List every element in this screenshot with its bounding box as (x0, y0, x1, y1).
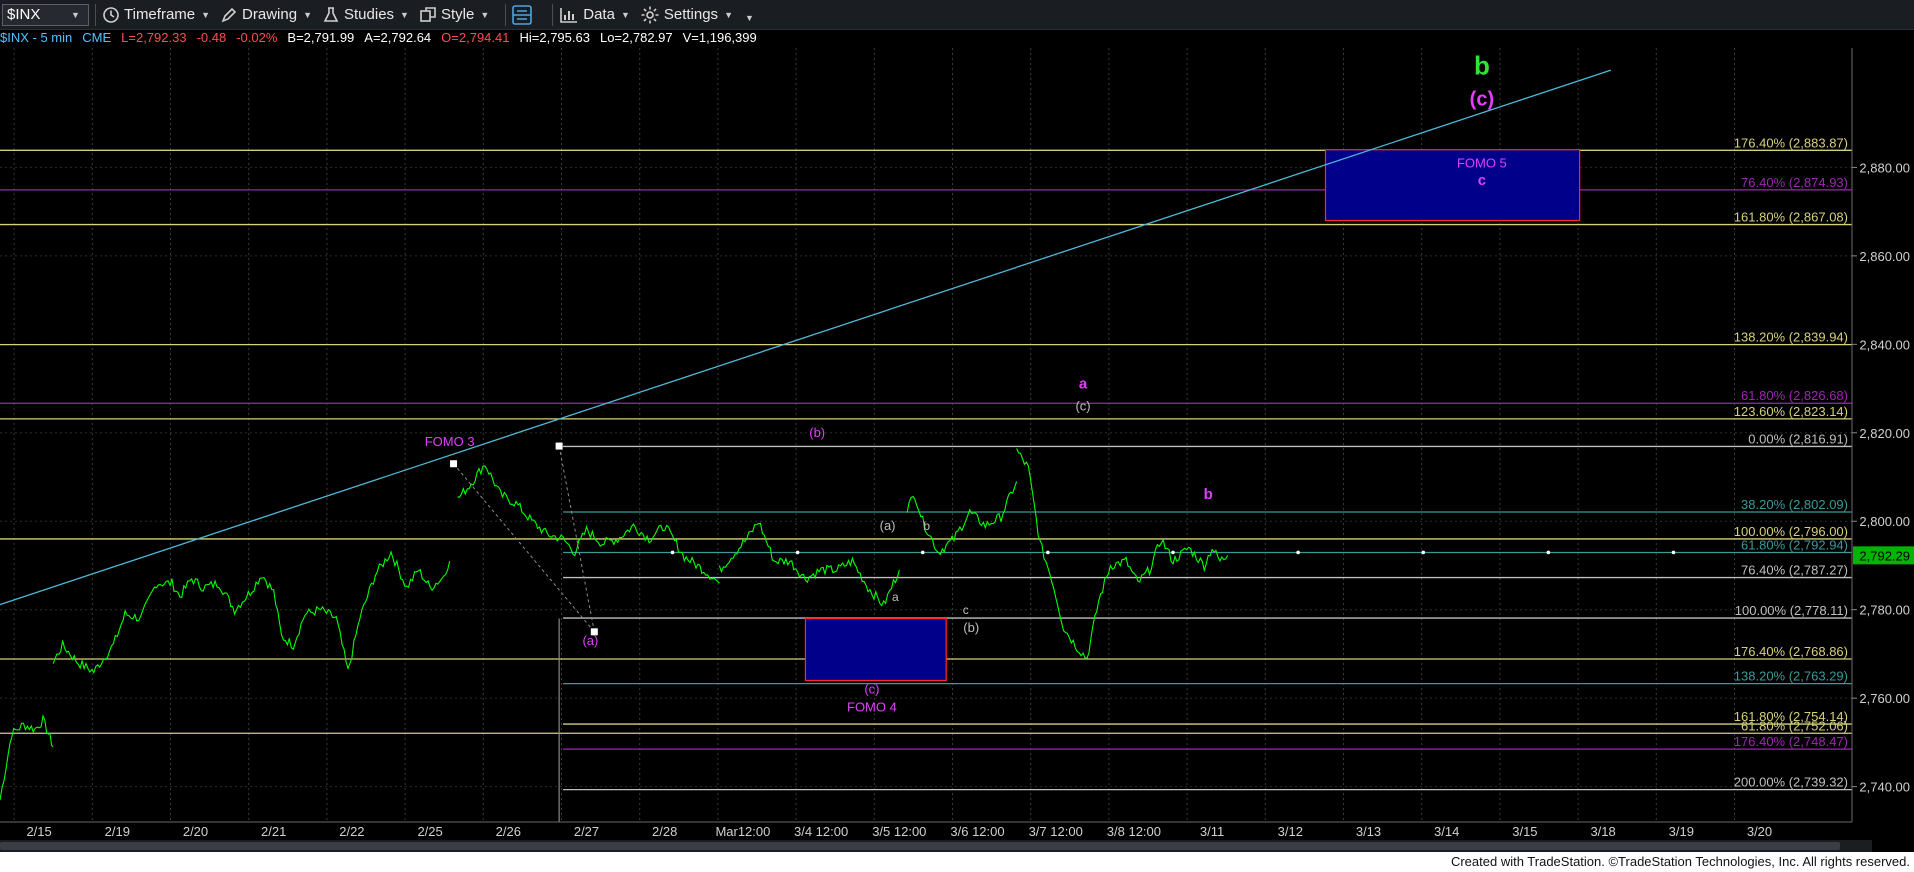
fib-level-label: 200.00% (2,739.32) (1734, 775, 1848, 790)
y-axis-tick-label: 2,780.00 (1859, 603, 1910, 618)
wave-label: (b) (963, 620, 979, 635)
x-axis-tick-label: 3/13 (1356, 824, 1381, 839)
wave-label: c (1478, 172, 1486, 189)
chart-scrollbar[interactable] (0, 840, 1872, 852)
fib-level-label: 100.00% (2,778.11) (1735, 603, 1848, 618)
y-axis-tick-label: 2,760.00 (1859, 691, 1910, 706)
x-axis-tick-label: 2/22 (339, 824, 364, 839)
fib-level-label: 138.20% (2,839.94) (1734, 330, 1848, 345)
wave-label: c (963, 603, 969, 617)
x-axis-tick-label: 3/4 12:00 (794, 824, 848, 839)
fib-level-label: 161.80% (2,867.08) (1734, 210, 1848, 225)
y-axis-tick-label: 2,820.00 (1859, 426, 1910, 441)
wave-label: (a) (582, 633, 598, 648)
fib-level-label: 61.80% (2,752.06) (1741, 718, 1848, 733)
fib-level-label: 176.40% (2,768.86) (1734, 644, 1848, 659)
wave-label: FOMO 4 (847, 699, 897, 714)
price-series (906, 481, 1018, 556)
x-axis-tick-label: 3/8 12:00 (1107, 824, 1161, 839)
price-series (0, 714, 54, 801)
y-axis-tick-label: 2,740.00 (1859, 780, 1910, 795)
target-box (1324, 149, 1581, 222)
footer-text: Created with TradeStation. ©TradeStation… (1450, 854, 1910, 869)
wave-label: (c) (864, 682, 879, 697)
fib-level-label: 0.00% (2,816.91) (1748, 431, 1848, 446)
target-box (804, 617, 947, 682)
last-price-label: 2,792.29 (1859, 548, 1910, 563)
x-axis-tick-label: 2/15 (26, 824, 51, 839)
fib-level-label: 138.20% (2,763.29) (1734, 669, 1848, 684)
dotted-marker (670, 550, 675, 555)
y-axis-tick-label: 2,840.00 (1859, 337, 1910, 352)
wave-label: FOMO 3 (425, 434, 475, 449)
price-chart[interactable]: 176.40% (2,883.87) 76.40% (2,874.93) 161.8… (0, 0, 1914, 840)
price-series (457, 465, 720, 584)
x-axis-tick-label: 3/14 (1434, 824, 1459, 839)
x-axis-tick-label: 3/18 (1590, 824, 1615, 839)
x-axis-tick-label: 3/20 (1747, 824, 1772, 839)
y-axis-tick-label: 2,860.00 (1859, 249, 1910, 264)
fib-level-label: 76.40% (2,874.93) (1741, 175, 1848, 190)
fib-anchor-line (453, 463, 595, 633)
fib-level-label: 176.40% (2,883.87) (1734, 135, 1848, 150)
wave-label: (c) (1075, 399, 1090, 414)
x-axis-tick-label: 2/28 (652, 824, 677, 839)
scrollbar-thumb[interactable] (0, 842, 1840, 850)
dotted-marker (1671, 550, 1676, 555)
anchor-point (555, 442, 563, 450)
price-series (718, 522, 900, 607)
x-axis-tick-label: 3/5 12:00 (872, 824, 926, 839)
x-axis-tick-label: 2/25 (417, 824, 442, 839)
dotted-marker (1546, 550, 1551, 555)
dotted-marker (1171, 550, 1175, 555)
wave-label: a (1079, 376, 1088, 393)
x-axis-tick-label: 3/15 (1512, 824, 1537, 839)
dotted-marker (1421, 550, 1426, 555)
copyright-footer: Created with TradeStation. ©TradeStation… (0, 852, 1914, 872)
fib-level-label: 176.40% (2,748.47) (1734, 734, 1848, 749)
fib-level-label: 123.60% (2,823.14) (1734, 404, 1848, 419)
x-axis-tick-label: 3/19 (1669, 824, 1694, 839)
x-axis-tick-label: 2/19 (105, 824, 130, 839)
wave-label: (b) (809, 425, 825, 440)
dotted-marker (1046, 550, 1050, 555)
fib-level-label: 61.80% (2,826.68) (1741, 388, 1848, 403)
x-axis-tick-label: 2/27 (574, 824, 599, 839)
wave-label: (a) (880, 518, 896, 533)
wave-label: b (923, 519, 930, 533)
y-axis-tick-label: 2,800.00 (1859, 514, 1910, 529)
wave-label: (c) (1470, 88, 1494, 110)
plot-area: 176.40% (2,883.87) 76.40% (2,874.93) 161.8… (0, 48, 1852, 822)
x-axis-tick-label: 3/7 12:00 (1029, 824, 1083, 839)
wave-label: FOMO 5 (1457, 155, 1507, 170)
dotted-marker (795, 550, 800, 555)
x-axis-tick-label: Mar12:00 (715, 824, 770, 839)
fib-level-label: 76.40% (2,787.27) (1741, 563, 1848, 578)
x-axis-tick-label: 3/6 12:00 (950, 824, 1004, 839)
anchor-point (450, 460, 458, 468)
wave-label: b (1204, 486, 1213, 503)
x-axis-tick-label: 3/12 (1278, 824, 1303, 839)
wave-label: b (1474, 51, 1490, 81)
dotted-marker (1296, 550, 1300, 555)
price-series (52, 550, 451, 674)
y-axis-tick-label: 2,880.00 (1859, 160, 1910, 175)
x-axis-tick-label: 3/11 (1200, 824, 1224, 839)
fib-level-label: 61.80% (2,792.94) (1741, 537, 1848, 552)
wave-label: a (892, 590, 899, 604)
fib-level-label: 38.20% (2,802.09) (1741, 497, 1848, 512)
x-axis-tick-label: 2/20 (183, 824, 208, 839)
dotted-marker (920, 550, 925, 555)
x-axis-tick-label: 2/26 (496, 824, 521, 839)
x-axis-tick-label: 2/21 (261, 824, 286, 839)
